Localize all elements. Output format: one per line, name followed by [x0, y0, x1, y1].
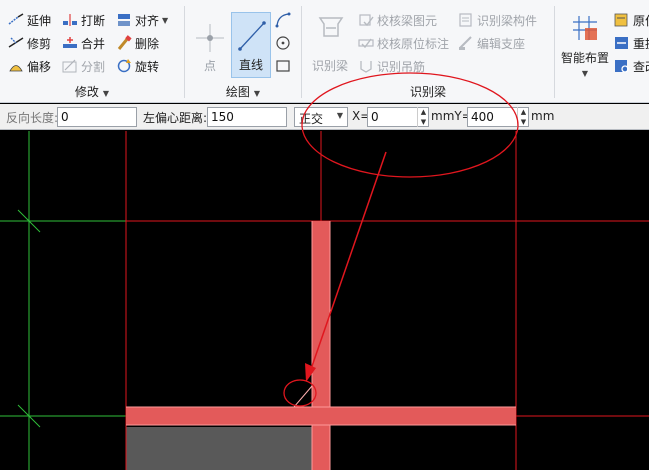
trim-icon [8, 35, 24, 51]
smart-layout-icon [571, 14, 599, 47]
modify-group: 延伸 打断 对齐 ▼ 修剪 合并 删除 偏移 分割 旋转 修改 ▼ [0, 0, 184, 103]
in-situ-button[interactable]: 原位 [614, 10, 649, 30]
rotate-label: 旋转 [135, 59, 160, 74]
re-extract-label: 重提 [633, 36, 649, 51]
x-coordinate-spinner[interactable]: ▲ ▼ [417, 107, 429, 127]
point-label: 点 [203, 59, 216, 73]
recognize-beam-component-label: 识别梁构件 [477, 13, 538, 28]
check-beam-button[interactable]: 校核梁图元 [358, 10, 437, 30]
recognize-hanger-bar-label: 识别吊筋 [377, 59, 426, 74]
draw-group: 点 直线 绘图 ▼ [185, 0, 301, 103]
y-coordinate-spinner[interactable]: ▲ ▼ [517, 107, 529, 127]
check-in-situ-label-icon [358, 35, 374, 51]
smart-layout-group: 智能布置 ▼ 原位 重提 查改 [555, 0, 649, 103]
arc-icon[interactable] [275, 12, 291, 31]
y-coordinate-label: mmY= [431, 109, 472, 123]
reverse-length-input[interactable] [57, 107, 137, 127]
in-situ-label: 原位 [633, 13, 649, 28]
recognize-hanger-bar-icon [358, 58, 374, 74]
ribbon: 延伸 打断 对齐 ▼ 修剪 合并 删除 偏移 分割 旋转 修改 ▼ 点 直线 绘… [0, 0, 649, 103]
unit-label: mm [531, 109, 555, 123]
check-beam-label: 校核梁图元 [377, 13, 438, 28]
check-in-situ-label-label: 校核原位标注 [377, 36, 450, 51]
extend-label: 延伸 [27, 13, 52, 28]
offset-button[interactable]: 偏移 [8, 56, 51, 76]
recognize-beam-component-icon [458, 12, 474, 28]
offset-icon [8, 58, 24, 74]
mode-select[interactable]: 正交 ▼ [294, 107, 348, 127]
recognize-beam-label: 识别梁 [311, 59, 348, 73]
mode-dropdown-icon: ▼ [336, 111, 343, 120]
trim-label: 修剪 [27, 36, 52, 51]
drawing-canvas[interactable] [0, 131, 649, 470]
break-label: 打断 [81, 13, 106, 28]
rotate-button[interactable]: 旋转 [116, 56, 159, 76]
merge-icon [62, 35, 78, 51]
circle-icon[interactable] [275, 35, 291, 54]
recognize-hanger-bar-button[interactable]: 识别吊筋 [358, 56, 425, 76]
split-label: 分割 [81, 59, 106, 74]
smart-layout-button[interactable]: 智能布置 ▼ [558, 12, 612, 80]
merge-button[interactable]: 合并 [62, 33, 105, 53]
edit-support-icon [458, 35, 474, 51]
check-in-situ-label-button[interactable]: 校核原位标注 [358, 33, 449, 53]
break-icon [62, 12, 78, 28]
smart-layout-dropdown-icon: ▼ [581, 69, 589, 78]
check-modify-label: 查改 [633, 59, 649, 74]
delete-label: 删除 [135, 36, 160, 51]
align-button[interactable]: 对齐 ▼ [116, 10, 168, 30]
rotate-icon [116, 58, 132, 74]
recognize-beam-group-title: 识别梁 [409, 85, 446, 99]
point-button[interactable]: 点 [191, 12, 229, 78]
delete-button[interactable]: 删除 [116, 33, 159, 53]
align-icon [116, 12, 132, 28]
extend-icon [8, 12, 24, 28]
mode-select-value: 正交 [299, 112, 324, 126]
in-situ-icon [614, 12, 630, 28]
trim-button[interactable]: 修剪 [8, 33, 51, 53]
recognize-beam-button[interactable]: 识别梁 [310, 12, 350, 78]
break-button[interactable]: 打断 [62, 10, 105, 30]
check-modify-button[interactable]: 查改 [614, 56, 649, 76]
left-offset-label: 左偏心距离: [143, 111, 208, 125]
point-icon [194, 22, 226, 57]
extend-button[interactable]: 延伸 [8, 10, 51, 30]
offset-label: 偏移 [27, 59, 52, 74]
recognize-beam-group: 识别梁 校核梁图元 识别梁构件 校核原位标注 编辑支座 识别吊筋 识别梁 [302, 0, 554, 103]
recognize-beam-component-button[interactable]: 识别梁构件 [458, 10, 537, 30]
check-modify-icon [614, 58, 630, 74]
merge-label: 合并 [81, 36, 106, 51]
property-toolbar: 反向长度: 左偏心距离: 正交 ▼ X= ▲▼ mmY= ▲▼ mm [0, 104, 649, 130]
re-extract-button[interactable]: 重提 [614, 33, 649, 53]
line-label: 直线 [238, 58, 263, 72]
delete-icon [116, 35, 132, 51]
align-label: 对齐 [135, 13, 160, 28]
split-icon [62, 58, 78, 74]
split-button[interactable]: 分割 [62, 56, 105, 76]
rectangle-icon[interactable] [275, 58, 291, 77]
reverse-length-label: 反向长度: [6, 111, 59, 125]
re-extract-icon [614, 35, 630, 51]
draw-group-title[interactable]: 绘图 ▼ [185, 83, 301, 100]
recognize-beam-icon [318, 14, 344, 47]
edit-support-label: 编辑支座 [477, 36, 526, 51]
line-button[interactable]: 直线 [231, 12, 271, 78]
draw-expand-icon: ▼ [253, 89, 261, 98]
edit-support-button[interactable]: 编辑支座 [458, 33, 525, 53]
line-icon [236, 19, 268, 56]
check-beam-icon [358, 12, 374, 28]
smart-layout-label: 智能布置 [560, 51, 609, 65]
align-dropdown-icon[interactable]: ▼ [162, 16, 168, 25]
modify-group-title[interactable]: 修改 ▼ [0, 83, 184, 100]
left-offset-input[interactable] [207, 107, 287, 127]
modify-expand-icon: ▼ [102, 89, 110, 98]
